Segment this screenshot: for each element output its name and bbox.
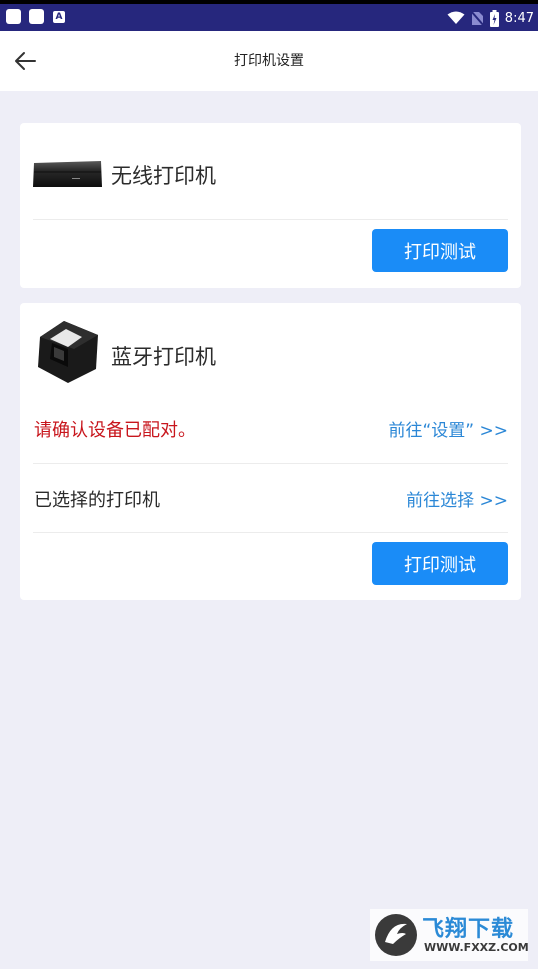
a-badge-icon: A <box>53 11 65 23</box>
watermark: 飞翔下载 WWW.FXXZ.COM <box>370 909 529 961</box>
wireless-print-test-button[interactable]: 打印测试 <box>372 229 508 272</box>
status-icons: 8:47 <box>447 7 534 29</box>
divider <box>33 463 508 464</box>
bluetooth-printer-card: 蓝牙打印机 请确认设备已配对。 前往“设置” >> 已选择的打印机 前往选择 >… <box>20 303 521 600</box>
wifi-icon <box>447 11 465 24</box>
bluetooth-printer-name: 蓝牙打印机 <box>111 345 216 369</box>
watermark-title: 飞翔下载 <box>422 917 515 942</box>
wireless-printer-name: 无线打印机 <box>111 164 216 188</box>
divider <box>33 532 508 533</box>
wireless-printer-card: 无线打印机 打印测试 <box>20 123 521 288</box>
watermark-url: WWW.FXXZ.COM <box>424 941 529 954</box>
page-title: 打印机设置 <box>234 53 304 69</box>
arrow-left-icon <box>15 52 36 70</box>
bluetooth-print-test-button[interactable]: 打印测试 <box>372 542 508 585</box>
divider <box>33 219 508 220</box>
battery-charging-icon <box>489 9 499 27</box>
app-notification-icon <box>29 9 44 24</box>
status-bar: A 8:47 <box>0 0 538 31</box>
no-sim-icon <box>470 10 484 26</box>
goto-select-link[interactable]: 前往选择 >> <box>406 486 508 511</box>
watermark-logo-icon <box>375 914 417 956</box>
wireless-printer-image <box>33 161 102 187</box>
clock: 8:47 <box>504 10 534 26</box>
pairing-warning: 请确认设备已配对。 <box>34 420 196 441</box>
goto-settings-link[interactable]: 前往“设置” >> <box>388 416 508 441</box>
app-notification-icon <box>6 9 21 24</box>
back-button[interactable] <box>8 44 42 78</box>
bluetooth-printer-image <box>38 321 98 383</box>
app-bar: 打印机设置 <box>0 31 538 91</box>
selected-printer-label: 已选择的打印机 <box>34 490 160 511</box>
